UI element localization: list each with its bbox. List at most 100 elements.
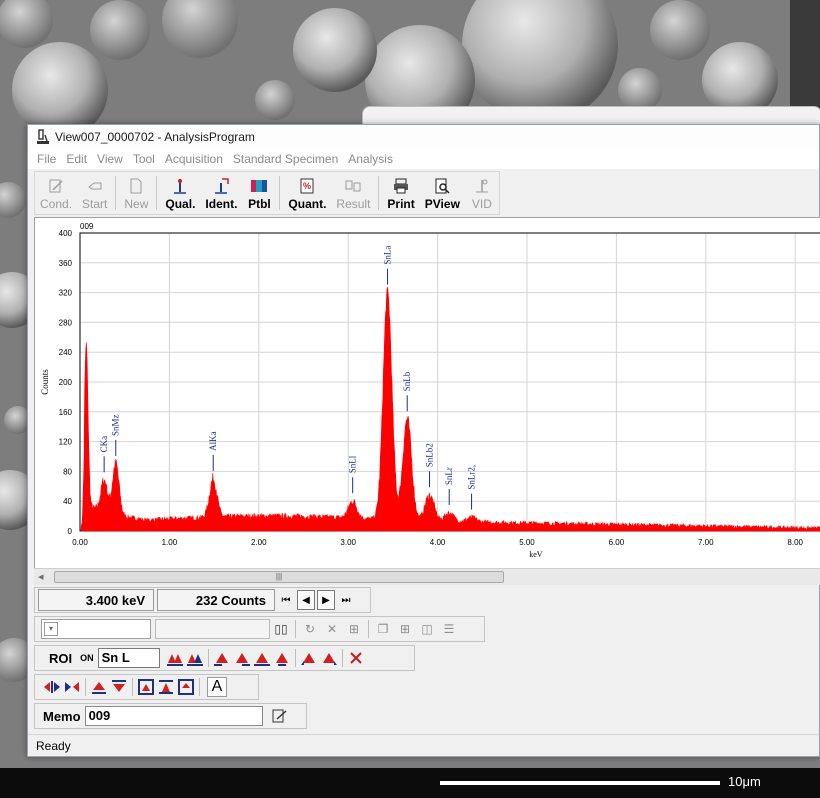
separator: [199, 678, 200, 696]
x-tick-label: 0.00: [72, 538, 88, 547]
menu-acquisition[interactable]: Acquisition: [160, 152, 228, 166]
print-button[interactable]: Print: [382, 172, 419, 214]
overlay-select-secondary[interactable]: [155, 619, 270, 639]
vid-icon: [475, 179, 488, 193]
spectrum-chart-panel[interactable]: 0 40 80 120 160 200 240 280 320 360 400 0.00 1.00 2.0…: [34, 217, 820, 574]
x-tick-label: 6.00: [609, 538, 625, 547]
ptbl-button[interactable]: Ptbl: [242, 172, 276, 214]
next-peak-icon[interactable]: ▶: [317, 590, 335, 610]
roi-delete-icon[interactable]: [347, 649, 365, 667]
chart-horizontal-scrollbar[interactable]: ◂ |||: [34, 568, 820, 585]
cascade-icon[interactable]: ❐: [374, 620, 392, 638]
close-icon[interactable]: ✕: [323, 620, 341, 638]
scrollbar-thumb[interactable]: |||: [54, 571, 504, 583]
roi-left-icon[interactable]: [213, 649, 231, 667]
scale-bar-label: 10μm: [728, 774, 761, 789]
scale-down-icon[interactable]: [110, 678, 128, 696]
menu-file[interactable]: File: [32, 152, 61, 166]
scroll-left-icon[interactable]: ◂: [38, 570, 44, 583]
peak-label: SnMz: [111, 414, 121, 436]
chevron-down-icon[interactable]: ▾: [44, 622, 58, 636]
ptbl-label: Ptbl: [248, 197, 271, 211]
peak-label: AlKa: [208, 431, 218, 451]
roi-prev-icon[interactable]: [300, 649, 318, 667]
memo-input[interactable]: 009: [84, 706, 263, 726]
expand-horizontal-icon[interactable]: [43, 678, 61, 696]
start-button[interactable]: Start: [77, 172, 112, 214]
counts-readout: 232 Counts: [157, 589, 275, 611]
vid-label: VID: [471, 197, 492, 211]
window-title: View007_0000702 - AnalysisProgram: [55, 130, 255, 144]
tile-vertical-icon[interactable]: ◫: [418, 620, 436, 638]
menu-standard-specimen[interactable]: Standard Specimen: [228, 152, 343, 166]
menu-tool[interactable]: Tool: [128, 152, 160, 166]
quant-button[interactable]: % Quant.: [283, 172, 331, 214]
periodic-table-icon: [251, 180, 268, 192]
cond-button[interactable]: Cond.: [35, 172, 77, 214]
roi-element-input[interactable]: Sn L: [97, 648, 160, 668]
roi-on-label: ON: [80, 653, 94, 663]
refresh-icon[interactable]: ↻: [301, 620, 319, 638]
first-peak-icon[interactable]: ⏮: [277, 590, 295, 610]
menu-analysis[interactable]: Analysis: [343, 152, 398, 166]
roi-row: ROI ON Sn L: [34, 645, 415, 671]
toolbar-separator: [156, 176, 158, 210]
tile-horizontal-icon[interactable]: ☰: [440, 620, 458, 638]
memo-row: Memo 009: [34, 703, 307, 729]
prev-peak-icon[interactable]: ◀: [297, 590, 315, 610]
x-tick-label: 4.00: [430, 538, 446, 547]
y-tick-label: 280: [59, 318, 73, 327]
new-document-icon: [130, 178, 142, 194]
y-tick-label: 120: [59, 438, 73, 447]
separator: [295, 620, 296, 638]
fit-full-icon[interactable]: [157, 678, 175, 696]
spectrum-chart[interactable]: 0 40 80 120 160 200 240 280 320 360 400 0.00 1.00 2.0…: [35, 218, 820, 569]
qual-label: Qual.: [165, 197, 196, 211]
fit-box-icon[interactable]: [177, 678, 195, 696]
print-preview-icon: [435, 178, 450, 194]
shrink-horizontal-icon[interactable]: [63, 678, 81, 696]
roi-expand-icon[interactable]: [253, 649, 271, 667]
ident-button[interactable]: Ident.: [200, 172, 242, 214]
vid-button[interactable]: VID: [465, 172, 499, 214]
qual-button[interactable]: Qual.: [160, 172, 200, 214]
font-icon[interactable]: A: [207, 677, 227, 697]
new-button[interactable]: New: [119, 172, 153, 214]
status-bar: Ready: [28, 734, 819, 756]
peak-label: SnLr: [444, 467, 454, 485]
roi-next-icon[interactable]: [320, 649, 338, 667]
edit-memo-icon[interactable]: [271, 707, 289, 725]
last-peak-icon[interactable]: ⏭: [337, 590, 355, 610]
title-bar: View007_0000702 - AnalysisProgram: [28, 125, 819, 149]
quant-label: Quant.: [288, 197, 327, 211]
toolbar-separator: [378, 176, 380, 210]
fit-top-icon[interactable]: [137, 678, 155, 696]
menu-view[interactable]: View: [92, 152, 128, 166]
svg-text:%: %: [303, 181, 311, 191]
roi-shrink-icon[interactable]: [273, 649, 291, 667]
roi-add-all-icon[interactable]: [186, 649, 204, 667]
peak-label: SnLr2,: [467, 465, 477, 490]
overlay-select[interactable]: ▾: [41, 619, 151, 639]
qualitative-icon: [174, 179, 187, 194]
separator: [207, 649, 209, 667]
tree-icon[interactable]: ⊞: [345, 620, 363, 638]
result-button[interactable]: Result: [331, 172, 375, 214]
result-label: Result: [336, 197, 371, 211]
ident-label: Ident.: [205, 197, 238, 211]
y-tick-label: 0: [68, 527, 73, 536]
tile-grid-icon[interactable]: ⊞: [396, 620, 414, 638]
pview-button[interactable]: PView: [420, 172, 465, 214]
peak-label: SnLl: [348, 455, 358, 473]
main-toolbar: Cond. Start New Qual. Ident. Ptbl % Quan…: [34, 171, 500, 215]
y-tick-label: 240: [59, 348, 73, 357]
pview-label: PView: [424, 197, 460, 211]
analysis-program-window: View007_0000702 - AnalysisProgram File E…: [27, 124, 820, 757]
printer-icon: [394, 178, 409, 194]
roi-right-icon[interactable]: [233, 649, 251, 667]
scale-up-icon[interactable]: [90, 678, 108, 696]
book-icon[interactable]: ▯▯: [272, 620, 290, 638]
roi-add-icon[interactable]: [166, 649, 184, 667]
menu-edit[interactable]: Edit: [61, 152, 92, 166]
window-frame-edge: [790, 0, 820, 110]
